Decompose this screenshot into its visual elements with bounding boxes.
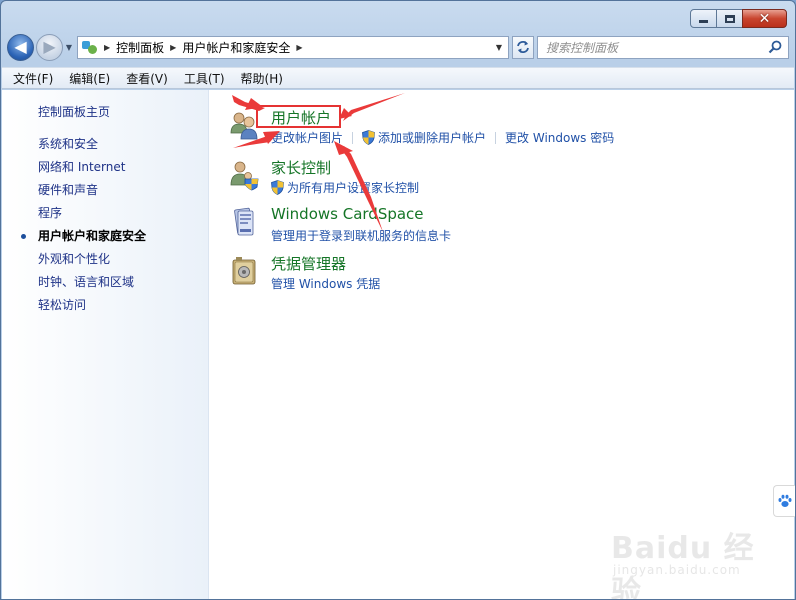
category-cardspace: Windows CardSpace 管理用于登录到联机服务的信息卡 (222, 205, 742, 245)
menu-help[interactable]: 帮助(H) (241, 70, 283, 87)
sidebar-item-appearance[interactable]: 外观和个性化 (38, 252, 146, 275)
refresh-button[interactable] (512, 35, 534, 59)
category-title-credential-manager[interactable]: 凭据管理器 (271, 253, 346, 274)
forward-arrow-icon: ▶ (43, 37, 56, 56)
category-title-parental-controls[interactable]: 家长控制 (271, 157, 331, 178)
sidebar-item-label: 用户帐户和家庭安全 (38, 229, 147, 243)
parental-controls-icon (230, 161, 259, 191)
minimize-icon (699, 20, 708, 23)
navigation-row: ◀ ▶ ▼ ▶ 控制面板 ▶ 用户帐户和家庭安全 ▶ ▼ 搜索控制面板 (7, 31, 789, 63)
paw-icon (778, 494, 791, 507)
feedback-paw-button[interactable] (773, 485, 795, 517)
sidebar-item-programs[interactable]: 程序 (38, 206, 146, 229)
uac-shield-icon (271, 180, 284, 195)
watermark-url: jingyan.baidu.com (613, 563, 741, 577)
link-divider (352, 131, 354, 144)
category-title-user-accounts[interactable]: 用户帐户 (271, 107, 331, 128)
add-remove-user-link[interactable]: 添加或删除用户帐户 (378, 129, 486, 146)
active-bullet-icon (21, 234, 26, 239)
breadcrumb-control-panel[interactable]: 控制面板 (116, 39, 164, 56)
menu-file[interactable]: 文件(F) (13, 70, 53, 87)
sidebar: 控制面板主页 系统和安全 网络和 Internet 硬件和声音 程序 用户帐户和… (2, 90, 209, 599)
caption-buttons: ✕ (690, 9, 787, 28)
change-account-picture-link[interactable]: 更改帐户图片 (271, 129, 343, 146)
category-links: 管理 Windows 凭据 (271, 275, 380, 292)
menu-tools[interactable]: 工具(T) (184, 70, 225, 87)
back-arrow-icon: ◀ (14, 37, 27, 56)
sidebar-item-ease-of-access[interactable]: 轻松访问 (38, 298, 146, 321)
category-links: 管理用于登录到联机服务的信息卡 (271, 227, 451, 244)
change-windows-password-link[interactable]: 更改 Windows 密码 (505, 129, 614, 146)
close-button[interactable]: ✕ (742, 9, 787, 28)
category-title-cardspace[interactable]: Windows CardSpace (271, 205, 424, 223)
address-dropdown-icon[interactable]: ▼ (490, 37, 508, 58)
breadcrumb-separator-icon[interactable]: ▶ (170, 43, 176, 52)
menu-edit[interactable]: 编辑(E) (69, 70, 110, 87)
minimize-button[interactable] (690, 9, 717, 28)
search-icon[interactable] (768, 40, 782, 54)
refresh-icon (517, 41, 529, 53)
manage-information-cards-link[interactable]: 管理用于登录到联机服务的信息卡 (271, 227, 451, 244)
maximize-icon (724, 14, 735, 23)
category-links: 更改帐户图片 添加或删除用户帐户 更改 Windows 密码 (271, 129, 614, 146)
category-user-accounts: 用户帐户 更改帐户图片 添加或删除用户帐户 更改 Windows 密码 (222, 107, 742, 147)
setup-parental-controls-link[interactable]: 为所有用户设置家长控制 (287, 179, 419, 196)
sidebar-home-link[interactable]: 控制面板主页 (38, 103, 110, 120)
baidu-watermark: Baidu 经验 jingyan.baidu.com (611, 523, 761, 599)
search-placeholder: 搜索控制面板 (546, 40, 619, 55)
breadcrumb-separator-icon[interactable]: ▶ (296, 43, 302, 52)
credential-manager-icon (232, 257, 256, 285)
category-links: 为所有用户设置家长控制 (271, 179, 419, 196)
uac-shield-icon (362, 130, 375, 145)
sidebar-category-list: 系统和安全 网络和 Internet 硬件和声音 程序 用户帐户和家庭安全 外观… (21, 137, 147, 321)
forward-button[interactable]: ▶ (36, 33, 63, 61)
search-box[interactable]: 搜索控制面板 (537, 35, 789, 59)
sidebar-item-clock-language[interactable]: 时钟、语言和区域 (38, 275, 146, 298)
address-bar[interactable]: ▶ 控制面板 ▶ 用户帐户和家庭安全 ▶ ▼ (77, 35, 509, 59)
watermark-brand: Baidu 经验 (611, 531, 755, 600)
menu-view[interactable]: 查看(V) (126, 70, 168, 87)
category-credential-manager: 凭据管理器 管理 Windows 凭据 (222, 253, 742, 293)
breadcrumb-user-accounts[interactable]: 用户帐户和家庭安全 (182, 39, 290, 56)
recent-pages-dropdown[interactable]: ▼ (63, 34, 75, 61)
category-parental-controls: 家长控制 为所有用户设置家长控制 (222, 157, 742, 197)
close-icon: ✕ (758, 10, 771, 27)
sidebar-item-hardware-sound[interactable]: 硬件和声音 (38, 183, 146, 206)
manage-windows-credentials-link[interactable]: 管理 Windows 凭据 (271, 275, 380, 292)
link-divider (495, 131, 497, 144)
cardspace-icon (234, 207, 254, 236)
breadcrumb-separator-icon[interactable]: ▶ (104, 43, 110, 52)
control-panel-icon (81, 40, 98, 55)
sidebar-item-network-internet[interactable]: 网络和 Internet (38, 160, 146, 183)
user-accounts-icon (230, 112, 258, 140)
sidebar-item-user-accounts[interactable]: 用户帐户和家庭安全 (21, 229, 147, 252)
sidebar-item-system-security[interactable]: 系统和安全 (38, 137, 146, 160)
control-panel-window: ✕ ◀ ▶ ▼ ▶ 控制面板 ▶ 用户帐户和家庭安全 ▶ ▼ 搜索控制面板 文件… (0, 0, 796, 600)
menu-bar: 文件(F) 编辑(E) 查看(V) 工具(T) 帮助(H) (2, 67, 794, 89)
back-button[interactable]: ◀ (7, 33, 34, 61)
maximize-button[interactable] (716, 9, 743, 28)
